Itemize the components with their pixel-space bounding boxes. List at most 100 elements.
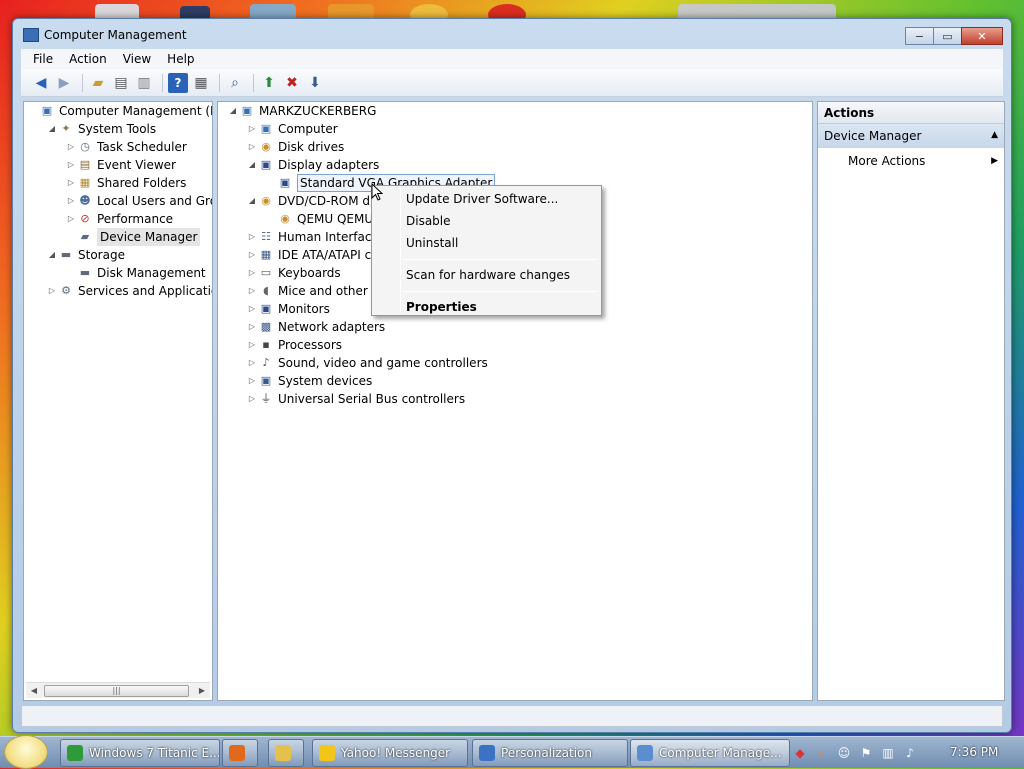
caption-buttons: − ▭ ✕ <box>905 27 1003 45</box>
firefox-icon <box>229 745 245 761</box>
update-driver-icon[interactable]: ⬆ <box>259 73 279 93</box>
context-menu-item[interactable]: Disable <box>374 211 599 231</box>
context-menu-item[interactable]: Properties <box>374 297 599 317</box>
collapse-arrow-icon[interactable]: ◢ <box>228 102 238 120</box>
menu-bar: File Action View Help <box>21 49 1003 69</box>
window-title: Computer Management <box>44 28 187 42</box>
tree-item-label: Performance <box>97 212 174 226</box>
expand-arrow-icon[interactable]: ▷ <box>247 372 257 390</box>
up-folder-icon[interactable]: ▰ <box>88 73 108 93</box>
collapse-arrow-icon[interactable]: ◢ <box>47 120 57 138</box>
toolbar: ◀ ▶ ▰ ▤ ▥ ? ▦ ⌕ ⬆ ✖ ⬇ <box>21 69 1003 97</box>
messenger-icon[interactable]: ☺ <box>836 745 852 761</box>
context-menu-item[interactable]: Scan for hardware changes <box>374 265 599 285</box>
menu-view[interactable]: View <box>115 52 159 66</box>
tree-item-label: Display adapters <box>278 158 380 172</box>
status-bar <box>21 705 1003 727</box>
console-tree-pane: ▣Computer Management (Local◢✦System Tool… <box>23 101 213 701</box>
system-devices-icon: ▣ <box>260 374 272 387</box>
taskbar-button[interactable]: Computer Manage... <box>630 739 790 767</box>
close-button[interactable]: ✕ <box>961 27 1003 45</box>
expand-arrow-icon[interactable]: ▷ <box>247 138 257 156</box>
dvd-drive-icon: ◉ <box>280 212 290 225</box>
minimize-button[interactable]: − <box>905 27 934 45</box>
context-menu-item[interactable]: Uninstall <box>374 233 599 253</box>
taskbar-button[interactable]: Windows 7 Titanic E... <box>60 739 220 767</box>
expand-arrow-icon[interactable]: ▷ <box>247 318 257 336</box>
forward-icon[interactable]: ▶ <box>54 73 74 93</box>
tree-item-label: Task Scheduler <box>97 140 187 154</box>
help-icon[interactable]: ? <box>168 72 188 93</box>
context-menu-item[interactable]: Update Driver Software... <box>374 189 599 209</box>
back-icon[interactable]: ◀ <box>31 73 51 93</box>
display-adapter-icon: ▣ <box>260 158 272 171</box>
collapse-arrow-icon[interactable]: ◢ <box>47 246 57 264</box>
scrollbar-thumb[interactable]: ||| <box>44 685 189 697</box>
chrome-icon <box>67 745 83 761</box>
menu-action[interactable]: Action <box>61 52 115 66</box>
taskbar-button[interactable] <box>268 739 304 767</box>
system-tools-icon: ✦ <box>61 122 71 135</box>
start-button[interactable] <box>4 735 48 769</box>
expand-arrow-icon[interactable]: ▷ <box>66 174 76 192</box>
device-manager-icon: ▰ <box>80 230 90 243</box>
taskbar-button-label: Windows 7 Titanic E... <box>89 746 220 760</box>
scan-hardware-icon[interactable]: ⌕ <box>225 73 245 93</box>
expand-arrow-icon[interactable]: ▷ <box>66 156 76 174</box>
title-bar[interactable]: Computer Management − ▭ ✕ <box>13 19 1011 51</box>
expand-arrow-icon[interactable]: ▷ <box>247 336 257 354</box>
expand-arrow-icon[interactable]: ▷ <box>66 210 76 228</box>
collapse-up-icon[interactable]: ▲ <box>991 130 998 140</box>
volume-icon[interactable]: ♪ <box>902 745 918 761</box>
action-center-icon[interactable]: ⚑ <box>858 745 874 761</box>
taskbar-button[interactable]: Yahoo! Messenger <box>312 739 468 767</box>
tree-item-label: Disk drives <box>278 140 345 154</box>
expand-arrow-icon[interactable]: ▷ <box>247 390 257 408</box>
expand-arrow-icon[interactable]: ▷ <box>247 120 257 138</box>
horizontal-scrollbar[interactable]: ◀ ||| ▶ <box>26 682 210 698</box>
expand-arrow-icon[interactable]: ▷ <box>247 264 257 282</box>
export-list-icon[interactable]: ▥ <box>134 73 154 93</box>
taskbar-button[interactable] <box>222 739 258 767</box>
disk-management-icon: ▬ <box>79 266 91 279</box>
search-icon[interactable]: ⌕ <box>814 745 830 761</box>
expand-arrow-icon[interactable]: ▷ <box>247 354 257 372</box>
taskbar-button-label: Personalization <box>501 746 592 760</box>
computer-management-icon: ▣ <box>41 104 53 117</box>
expand-arrow-icon[interactable]: ▷ <box>247 228 257 246</box>
uninstall-icon[interactable]: ✖ <box>282 73 302 93</box>
tree-item-label: Services and Applications <box>78 284 212 298</box>
network-icon[interactable]: ▥ <box>880 745 896 761</box>
collapse-arrow-icon[interactable]: ◢ <box>247 156 257 174</box>
maximize-button[interactable]: ▭ <box>933 27 962 45</box>
tree-item-label: MARKZUCKERBERG <box>259 104 377 118</box>
menu-help[interactable]: Help <box>159 52 202 66</box>
tree-item-label: Monitors <box>278 302 330 316</box>
expand-arrow-icon[interactable]: ▷ <box>66 138 76 156</box>
scroll-left-icon[interactable]: ◀ <box>26 683 42 699</box>
scroll-right-icon[interactable]: ▶ <box>194 683 210 699</box>
disable-device-icon[interactable]: ⬇ <box>305 73 325 93</box>
expand-arrow-icon[interactable]: ▷ <box>247 246 257 264</box>
expand-arrow-icon[interactable]: ▷ <box>247 282 257 300</box>
storage-icon: ▬ <box>60 248 72 261</box>
expand-arrow-icon[interactable]: ▷ <box>47 282 57 300</box>
sound-icon: ♪ <box>262 356 270 369</box>
actions-group-device-manager[interactable]: Device Manager ▲ <box>818 124 1004 148</box>
more-actions-label: More Actions <box>848 154 926 168</box>
expand-arrow-icon[interactable]: ▷ <box>247 300 257 318</box>
more-actions-item[interactable]: More Actions ▶ <box>848 152 998 170</box>
collapse-arrow-icon[interactable]: ◢ <box>247 192 257 210</box>
expand-arrow-icon[interactable]: ▷ <box>66 192 76 210</box>
taskbar-button[interactable]: Personalization <box>472 739 628 767</box>
taskbar-button-label: Computer Manage... <box>659 746 782 760</box>
yahoo-messenger-icon <box>319 745 335 761</box>
clock[interactable]: 7:36 PM <box>950 745 998 759</box>
menu-file[interactable]: File <box>21 52 61 66</box>
system-tray: ◆ ⌕ ☺ ⚑ ▥ ♪ <box>792 739 924 767</box>
antivirus-icon[interactable]: ◆ <box>792 745 808 761</box>
action-pane-icon[interactable]: ▦ <box>191 73 211 93</box>
show-hide-tree-icon[interactable]: ▤ <box>111 73 131 93</box>
